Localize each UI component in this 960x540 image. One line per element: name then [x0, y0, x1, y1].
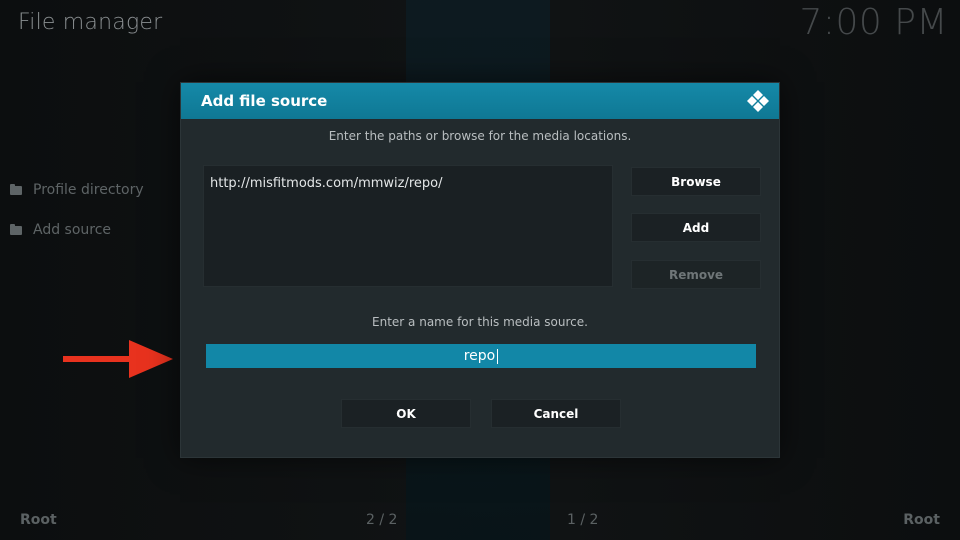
- folder-icon: [10, 223, 22, 235]
- source-name-value: repo: [463, 348, 496, 364]
- dialog-header: Add file source: [181, 83, 779, 119]
- add-button[interactable]: Add: [631, 213, 761, 242]
- ok-button[interactable]: OK: [341, 399, 471, 428]
- clock: 7:00 PM: [799, 2, 948, 43]
- sidebar: Profile directory Add source: [10, 170, 144, 250]
- sidebar-item-label: Profile directory: [33, 182, 144, 198]
- footer-left-path: Root: [20, 512, 57, 528]
- red-arrow-icon: [63, 340, 173, 378]
- browse-button[interactable]: Browse: [631, 167, 761, 196]
- folder-icon: [10, 183, 22, 195]
- sidebar-item-label: Add source: [33, 222, 112, 238]
- source-name-input[interactable]: repo: [206, 344, 756, 368]
- add-file-source-dialog: Add file source Enter the paths or brows…: [180, 82, 780, 458]
- kodi-logo-icon: [747, 90, 769, 112]
- footer-right-path: Root: [903, 512, 940, 528]
- name-hint: Enter a name for this media source.: [372, 315, 588, 329]
- paths-list[interactable]: http://misfitmods.com/mmwiz/repo/: [203, 165, 613, 287]
- footer-right-page-count: 1 / 2: [567, 512, 599, 528]
- window-title: File manager: [18, 10, 163, 35]
- cancel-button[interactable]: Cancel: [491, 399, 621, 428]
- paths-hint: Enter the paths or browse for the media …: [328, 129, 632, 143]
- text-caret: [497, 348, 499, 364]
- dialog-title: Add file source: [201, 92, 328, 110]
- footer-left-page-count: 2 / 2: [366, 512, 398, 528]
- remove-button[interactable]: Remove: [631, 260, 761, 289]
- sidebar-item-add-source[interactable]: Add source: [10, 210, 144, 250]
- sidebar-item-profile-directory[interactable]: Profile directory: [10, 170, 144, 210]
- path-entry[interactable]: http://misfitmods.com/mmwiz/repo/: [210, 176, 606, 191]
